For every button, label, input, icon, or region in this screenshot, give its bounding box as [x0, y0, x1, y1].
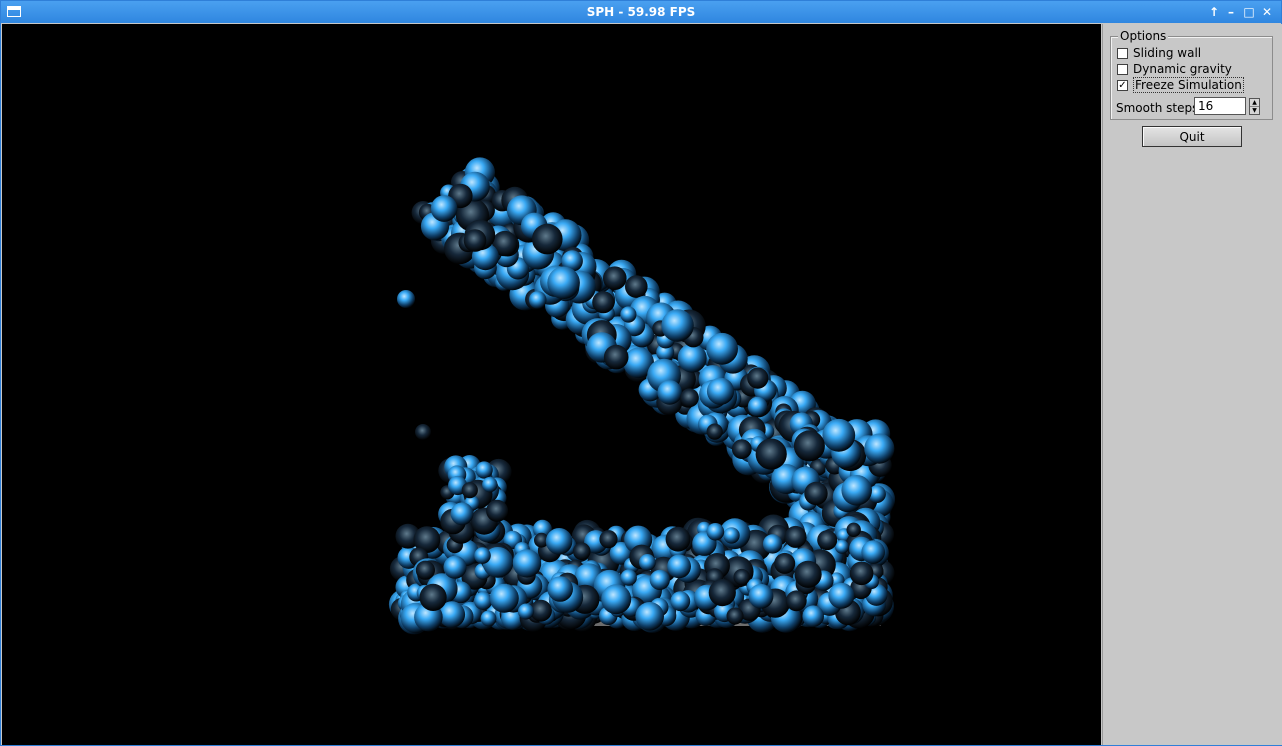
freeze-simulation-label: Freeze Simulation [1133, 77, 1244, 93]
minimize-icon[interactable]: – [1223, 4, 1239, 20]
spin-down-icon[interactable]: ▼ [1250, 107, 1259, 114]
dynamic-gravity-label: Dynamic gravity [1133, 62, 1232, 76]
sliding-wall-option[interactable]: Sliding wall [1117, 45, 1201, 61]
freeze-simulation-checkbox[interactable]: ✓ [1117, 79, 1128, 91]
fluid-render [388, 157, 896, 635]
options-panel: Options Sliding wall Dynamic gravity ✓ F… [1102, 24, 1282, 745]
fluid-particles [388, 157, 896, 635]
up-arrow-icon[interactable]: ↑ [1206, 4, 1222, 20]
simulation-viewport[interactable] [2, 24, 1101, 745]
smooth-steps-label: Smooth steps [1116, 101, 1199, 115]
title-bar[interactable]: SPH - 59.98 FPS ↑ – □ ✕ [1, 1, 1281, 23]
close-icon[interactable]: ✕ [1259, 4, 1275, 20]
maximize-icon[interactable]: □ [1241, 4, 1257, 20]
dynamic-gravity-option[interactable]: Dynamic gravity [1117, 61, 1232, 77]
smooth-steps-input[interactable]: 16 [1194, 97, 1246, 115]
options-group: Options Sliding wall Dynamic gravity ✓ F… [1110, 29, 1273, 120]
spin-up-icon[interactable]: ▲ [1250, 99, 1259, 107]
window-title: SPH - 59.98 FPS [586, 5, 696, 19]
sliding-wall-label: Sliding wall [1133, 46, 1202, 60]
app-window: SPH - 59.98 FPS ↑ – □ ✕ Options Sliding … [0, 0, 1282, 746]
sliding-wall-checkbox[interactable] [1117, 47, 1128, 59]
dynamic-gravity-checkbox[interactable] [1117, 63, 1128, 75]
freeze-simulation-option[interactable]: ✓ Freeze Simulation [1117, 77, 1244, 93]
options-group-title: Options [1118, 29, 1169, 43]
smooth-steps-spinner[interactable]: ▲ ▼ [1249, 98, 1260, 115]
quit-button[interactable]: Quit [1142, 126, 1242, 147]
